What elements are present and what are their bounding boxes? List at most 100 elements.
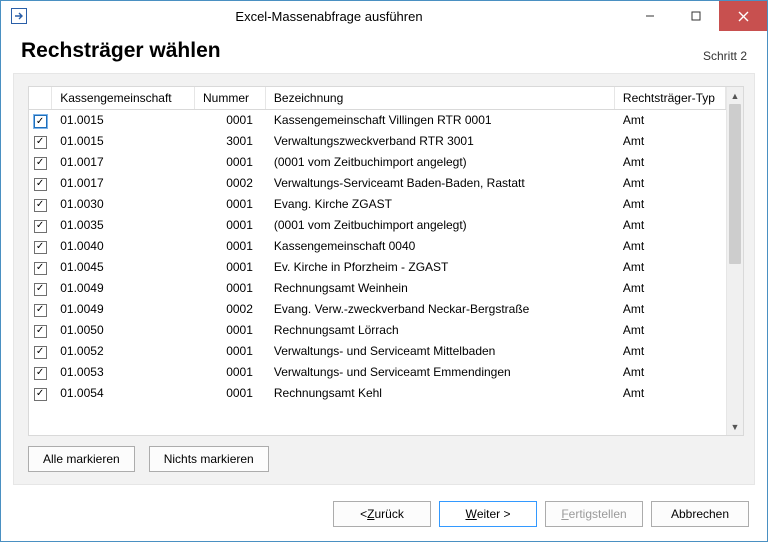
row-checkbox[interactable]: ✓ xyxy=(34,367,47,380)
cell-kg: 01.0050 xyxy=(52,320,195,341)
table-row[interactable]: ✓01.00150001Kassengemeinschaft Villingen… xyxy=(29,110,726,131)
cell-bez: Verwaltungszweckverband RTR 3001 xyxy=(265,131,614,152)
window-title: Excel-Massenabfrage ausführen xyxy=(31,9,627,24)
cell-typ: Amt xyxy=(614,341,725,362)
cell-num: 0001 xyxy=(195,278,266,299)
next-button[interactable]: Weiter > xyxy=(439,501,537,527)
page-title: Rechsträger wählen xyxy=(21,39,703,63)
cell-bez: Ev. Kirche in Pforzheim - ZGAST xyxy=(265,257,614,278)
cell-kg: 01.0015 xyxy=(52,131,195,152)
cell-bez: (0001 vom Zeitbuchimport angelegt) xyxy=(265,152,614,173)
row-checkbox[interactable]: ✓ xyxy=(34,115,47,128)
cell-kg: 01.0017 xyxy=(52,152,195,173)
row-checkbox[interactable]: ✓ xyxy=(34,325,47,338)
cell-num: 0002 xyxy=(195,173,266,194)
table-row[interactable]: ✓01.00350001(0001 vom Zeitbuchimport ang… xyxy=(29,215,726,236)
table-row[interactable]: ✓01.00490001Rechnungsamt WeinheinAmt xyxy=(29,278,726,299)
cell-kg: 01.0049 xyxy=(52,278,195,299)
cell-num: 0001 xyxy=(195,215,266,236)
row-checkbox[interactable]: ✓ xyxy=(34,157,47,170)
cell-typ: Amt xyxy=(614,257,725,278)
back-button[interactable]: < Zurück xyxy=(333,501,431,527)
col-header-kg[interactable]: Kassengemeinschaft xyxy=(52,87,195,110)
row-checkbox[interactable]: ✓ xyxy=(34,199,47,212)
table-row[interactable]: ✓01.00520001Verwaltungs- und Serviceamt … xyxy=(29,341,726,362)
table-row[interactable]: ✓ 01.00400001Kassengemeinschaft 0040Amt xyxy=(29,236,726,257)
page-header: Rechsträger wählen Schritt 2 xyxy=(1,31,767,73)
maximize-button[interactable] xyxy=(673,1,719,31)
cell-typ: Amt xyxy=(614,131,725,152)
cell-typ: Amt xyxy=(614,215,725,236)
scroll-down-icon[interactable]: ▼ xyxy=(727,418,743,435)
col-header-bez[interactable]: Bezeichnung xyxy=(265,87,614,110)
scroll-thumb[interactable] xyxy=(729,104,741,264)
wizard-footer: < Zurück Weiter > Fertigstellen Abbreche… xyxy=(1,495,767,541)
cancel-button[interactable]: Abbrechen xyxy=(651,501,749,527)
table-row[interactable]: ✓01.00300001Evang. Kirche ZGASTAmt xyxy=(29,194,726,215)
cell-kg: 01.0054 xyxy=(52,383,195,404)
table-row[interactable]: ✓ 01.00153001Verwaltungszweckverband RTR … xyxy=(29,131,726,152)
cell-kg: 01.0017 xyxy=(52,173,195,194)
cell-num: 0002 xyxy=(195,299,266,320)
close-button[interactable] xyxy=(719,1,767,31)
cell-bez: Evang. Kirche ZGAST xyxy=(265,194,614,215)
col-header-typ[interactable]: Rechtsträger-Typ xyxy=(614,87,725,110)
row-checkbox[interactable]: ✓ xyxy=(34,304,47,317)
cell-num: 0001 xyxy=(195,236,266,257)
cell-num: 0001 xyxy=(195,320,266,341)
cell-num: 0001 xyxy=(195,257,266,278)
row-checkbox[interactable]: ✓ xyxy=(34,346,47,359)
col-header-checkbox[interactable] xyxy=(29,87,52,110)
cell-bez: Rechnungsamt Kehl xyxy=(265,383,614,404)
cell-num: 3001 xyxy=(195,131,266,152)
table-container: Kassengemeinschaft Nummer Bezeichnung Re… xyxy=(28,86,744,436)
row-checkbox[interactable]: ✓ xyxy=(34,388,47,401)
cell-num: 0001 xyxy=(195,152,266,173)
scroll-track[interactable] xyxy=(727,104,743,418)
table-row[interactable]: ✓01.00450001Ev. Kirche in Pforzheim - ZG… xyxy=(29,257,726,278)
cell-kg: 01.0049 xyxy=(52,299,195,320)
titlebar[interactable]: Excel-Massenabfrage ausführen xyxy=(1,1,767,31)
cell-kg: 01.0040 xyxy=(52,236,195,257)
vertical-scrollbar[interactable]: ▲ ▼ xyxy=(726,87,743,435)
select-none-button[interactable]: Nichts markieren xyxy=(149,446,269,472)
cell-kg: 01.0053 xyxy=(52,362,195,383)
cell-num: 0001 xyxy=(195,194,266,215)
app-icon xyxy=(7,4,31,28)
cell-typ: Amt xyxy=(614,299,725,320)
cell-bez: Rechnungsamt Weinhein xyxy=(265,278,614,299)
cell-typ: Amt xyxy=(614,152,725,173)
finish-button[interactable]: Fertigstellen xyxy=(545,501,643,527)
cell-bez: Kassengemeinschaft Villingen RTR 0001 xyxy=(265,110,614,131)
row-checkbox[interactable]: ✓ xyxy=(34,178,47,191)
row-checkbox[interactable]: ✓ xyxy=(34,136,47,149)
table-row[interactable]: ✓01.00530001Verwaltungs- und Serviceamt … xyxy=(29,362,726,383)
entities-table: Kassengemeinschaft Nummer Bezeichnung Re… xyxy=(29,87,726,404)
cell-num: 0001 xyxy=(195,383,266,404)
cell-typ: Amt xyxy=(614,236,725,257)
cell-typ: Amt xyxy=(614,320,725,341)
row-checkbox[interactable]: ✓ xyxy=(34,241,47,254)
select-all-button[interactable]: Alle markieren xyxy=(28,446,135,472)
table-row[interactable]: ✓ 01.00490002Evang. Verw.-zweckverband Ne… xyxy=(29,299,726,320)
minimize-button[interactable] xyxy=(627,1,673,31)
cell-bez: Kassengemeinschaft 0040 xyxy=(265,236,614,257)
col-header-num[interactable]: Nummer xyxy=(195,87,266,110)
cell-bez: Verwaltungs- und Serviceamt Mittelbaden xyxy=(265,341,614,362)
cell-num: 0001 xyxy=(195,110,266,131)
dialog-window: Excel-Massenabfrage ausführen Rechsträge… xyxy=(0,0,768,542)
scroll-up-icon[interactable]: ▲ xyxy=(727,87,743,104)
table-row[interactable]: ✓ 01.00170002Verwaltungs-Serviceamt Baden… xyxy=(29,173,726,194)
table-row[interactable]: ✓01.00540001Rechnungsamt KehlAmt xyxy=(29,383,726,404)
cell-bez: Verwaltungs- und Serviceamt Emmendingen xyxy=(265,362,614,383)
table-row[interactable]: ✓01.00500001Rechnungsamt LörrachAmt xyxy=(29,320,726,341)
cell-typ: Amt xyxy=(614,173,725,194)
cell-bez: (0001 vom Zeitbuchimport angelegt) xyxy=(265,215,614,236)
row-checkbox[interactable]: ✓ xyxy=(34,283,47,296)
cell-bez: Verwaltungs-Serviceamt Baden-Baden, Rast… xyxy=(265,173,614,194)
row-checkbox[interactable]: ✓ xyxy=(34,262,47,275)
cell-bez: Evang. Verw.-zweckverband Neckar-Bergstr… xyxy=(265,299,614,320)
row-checkbox[interactable]: ✓ xyxy=(34,220,47,233)
table-row[interactable]: ✓ 01.00170001(0001 vom Zeitbuchimport ang… xyxy=(29,152,726,173)
cell-num: 0001 xyxy=(195,341,266,362)
